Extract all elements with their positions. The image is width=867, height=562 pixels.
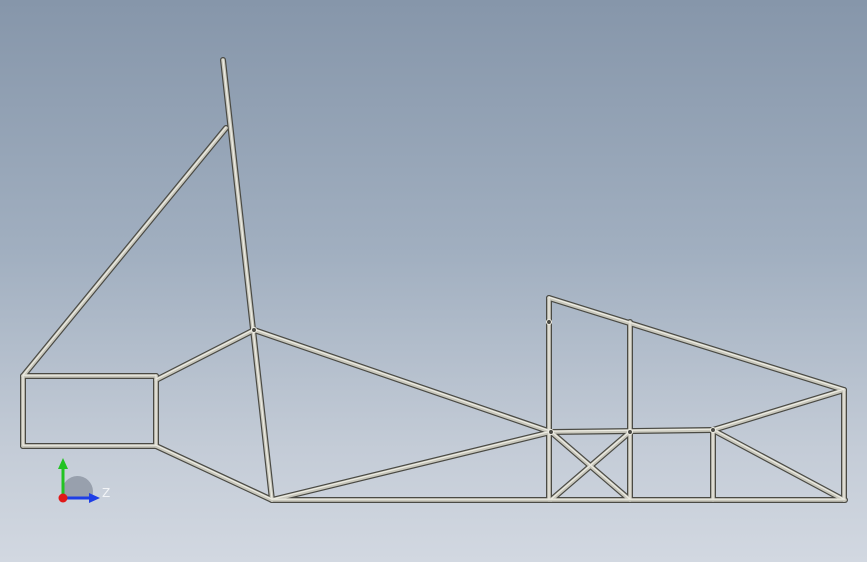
frame-tube-9-body bbox=[252, 328, 553, 434]
tube-joint-2 bbox=[547, 428, 555, 436]
tube-joint-1 bbox=[250, 326, 258, 334]
coordinate-triad-icon: Y Z bbox=[58, 458, 110, 503]
frame-tube-21-body bbox=[711, 428, 846, 502]
frame-tube-9-highlight bbox=[253, 328, 552, 432]
tube-joint-3 bbox=[626, 428, 634, 436]
tube-joint-5 bbox=[545, 318, 553, 326]
frame-tube-20-body bbox=[711, 388, 846, 432]
tube-joint-4 bbox=[709, 426, 717, 434]
z-axis-arrowhead-icon bbox=[89, 493, 100, 503]
frame-tube-16-highlight bbox=[548, 296, 845, 390]
x-axis-origin-icon bbox=[58, 493, 68, 503]
frame-tube-7-highlight bbox=[155, 328, 255, 380]
frame-tube-11-highlight bbox=[271, 430, 552, 500]
frame-tube-8-highlight bbox=[155, 444, 273, 500]
frame-tube-5-highlight bbox=[22, 126, 227, 376]
tube-frame-model[interactable] bbox=[0, 0, 867, 562]
frame-tube-20-highlight bbox=[712, 388, 845, 430]
frame-tube-16-body bbox=[547, 296, 846, 392]
z-axis-label: Z bbox=[102, 486, 110, 500]
frame-tube-8-body bbox=[154, 444, 274, 502]
frame-tube-7-body bbox=[154, 328, 256, 382]
triad-plane-icon bbox=[63, 475, 94, 497]
graphics-viewport[interactable]: Y Z bbox=[0, 0, 867, 562]
frame-tube-6-highlight bbox=[222, 58, 273, 500]
frame-tube-21-highlight bbox=[712, 428, 845, 500]
y-axis-arrowhead-icon bbox=[58, 458, 68, 469]
frame-tube-11-body bbox=[270, 430, 553, 502]
